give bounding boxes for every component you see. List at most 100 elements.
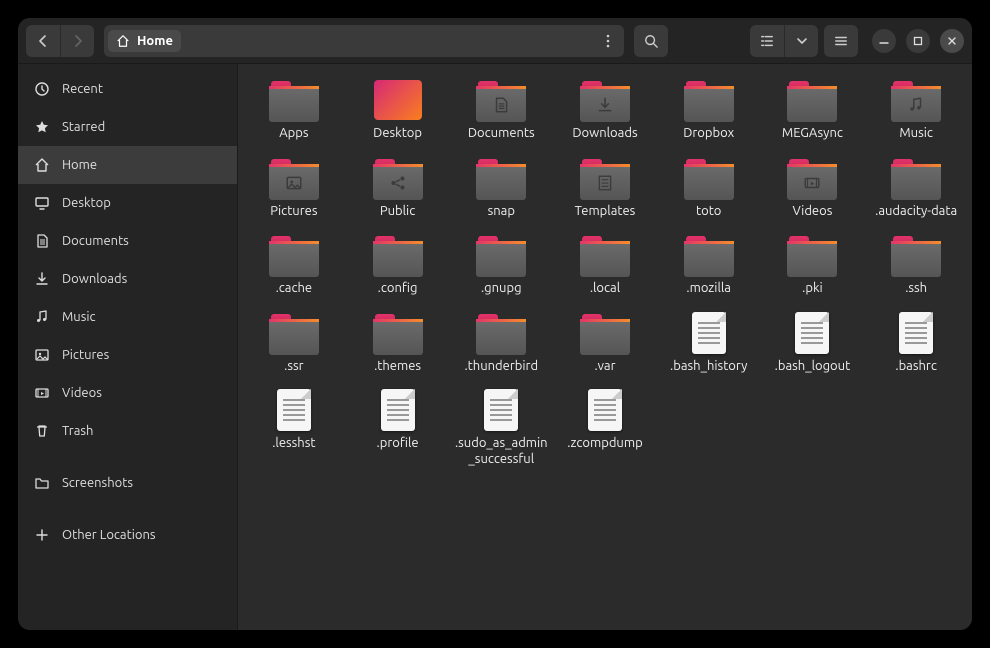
item-label: Documents: [468, 126, 535, 142]
folder-item[interactable]: Templates: [555, 154, 655, 222]
item-label: .lesshst: [272, 436, 315, 452]
folder-item[interactable]: .local: [555, 231, 655, 299]
sidebar-item-label: Recent: [62, 82, 103, 96]
text-file-icon: [588, 389, 622, 431]
file-item[interactable]: .bashrc: [866, 309, 966, 377]
folder-item[interactable]: .thunderbird: [451, 309, 551, 377]
folder-item[interactable]: Dropbox: [659, 76, 759, 144]
folder-item[interactable]: toto: [659, 154, 759, 222]
folder-item[interactable]: .audacity-data: [866, 154, 966, 222]
window-body: RecentStarredHomeDesktopDocumentsDownloa…: [18, 64, 972, 630]
item-label: .audacity-data: [875, 204, 957, 220]
item-label: Desktop: [373, 126, 422, 142]
path-label: Home: [137, 34, 173, 48]
sidebar: Recent Starred Home Desktop DocumentsDownloa…: [18, 64, 238, 630]
folder-item[interactable]: snap: [451, 154, 551, 222]
folder-item[interactable]: Pictures: [244, 154, 344, 222]
file-item[interactable]: .zcompdump: [555, 386, 655, 469]
folder-icon: [580, 235, 630, 275]
sidebar-item-label: Pictures: [62, 348, 109, 362]
folder-icon: [476, 80, 526, 120]
folder-item[interactable]: .mozilla: [659, 231, 759, 299]
maximize-button[interactable]: [906, 29, 930, 53]
sidebar-item-label: Starred: [62, 120, 105, 134]
close-button[interactable]: [940, 29, 964, 53]
sidebar-item-documents[interactable]: Documents: [18, 222, 237, 260]
folder-icon: [891, 158, 941, 198]
chevron-left-icon: [37, 35, 49, 47]
item-label: .bash_history: [670, 359, 747, 375]
folder-item[interactable]: .ssr: [244, 309, 344, 377]
file-item[interactable]: .lesshst: [244, 386, 344, 469]
sidebar-item-other-locations[interactable]: Other Locations: [18, 516, 237, 554]
folder-icon: [269, 235, 319, 275]
hamburger-menu-button[interactable]: [824, 25, 858, 57]
path-bar[interactable]: Home: [104, 25, 624, 57]
sidebar-item-home[interactable]: Home: [18, 146, 237, 184]
titlebar: Home: [18, 18, 972, 64]
sidebar-item-label: Home: [62, 158, 97, 172]
sidebar-item-trash[interactable]: Trash: [18, 412, 237, 450]
folder-item[interactable]: Documents: [451, 76, 551, 144]
folder-icon: [684, 158, 734, 198]
path-menu-button[interactable]: [596, 29, 620, 53]
folder-item[interactable]: Videos: [763, 154, 863, 222]
sidebar-item-desktop[interactable]: Desktop: [18, 184, 237, 222]
folder-icon: [580, 80, 630, 120]
view-options-button[interactable]: [784, 25, 818, 57]
folder-icon: [269, 80, 319, 120]
video-icon: [787, 174, 837, 195]
sidebar-item-music[interactable]: Music: [18, 298, 237, 336]
item-label: MEGAsync: [782, 126, 843, 142]
folder-item[interactable]: Apps: [244, 76, 344, 144]
folder-item[interactable]: Desktop: [348, 76, 448, 144]
video-icon: [34, 385, 50, 401]
folder-item[interactable]: .config: [348, 231, 448, 299]
nav-button-group: [26, 25, 94, 57]
music-icon: [34, 309, 50, 325]
text-file-icon: [484, 389, 518, 431]
folder-item[interactable]: .pki: [763, 231, 863, 299]
sidebar-item-pictures[interactable]: Pictures: [18, 336, 237, 374]
folder-item[interactable]: .var: [555, 309, 655, 377]
folder-item[interactable]: Music: [866, 76, 966, 144]
folder-item[interactable]: MEGAsync: [763, 76, 863, 144]
folder-item[interactable]: .cache: [244, 231, 344, 299]
sidebar-item-starred[interactable]: Starred: [18, 108, 237, 146]
file-item[interactable]: .sudo_as_admin_successful: [451, 386, 551, 469]
picture-icon: [269, 174, 319, 195]
file-item[interactable]: .bash_logout: [763, 309, 863, 377]
picture-icon: [34, 347, 50, 363]
sidebar-item-downloads[interactable]: Downloads: [18, 260, 237, 298]
sidebar-item-label: Screenshots: [62, 476, 133, 490]
minimize-icon: [879, 36, 889, 46]
file-manager-window: Home: [18, 18, 972, 630]
folder-item[interactable]: .themes: [348, 309, 448, 377]
sidebar-item-label: Desktop: [62, 196, 111, 210]
sidebar-item-label: Trash: [62, 424, 93, 438]
back-button[interactable]: [26, 25, 60, 57]
template-icon: [580, 174, 630, 195]
folder-icon: [580, 158, 630, 198]
sidebar-item-screenshots[interactable]: Screenshots: [18, 464, 237, 502]
folder-item[interactable]: .gnupg: [451, 231, 551, 299]
sidebar-item-videos[interactable]: Videos: [18, 374, 237, 412]
document-icon: [476, 96, 526, 117]
forward-button[interactable]: [60, 25, 94, 57]
search-icon: [644, 34, 658, 48]
search-button[interactable]: [634, 25, 668, 57]
folder-item[interactable]: Downloads: [555, 76, 655, 144]
folder-item[interactable]: Public: [348, 154, 448, 222]
file-item[interactable]: .bash_history: [659, 309, 759, 377]
text-file-icon: [277, 389, 311, 431]
folder-item[interactable]: .ssh: [866, 231, 966, 299]
item-label: .thunderbird: [464, 359, 538, 375]
sidebar-item-recent[interactable]: Recent: [18, 70, 237, 108]
minimize-button[interactable]: [872, 29, 896, 53]
file-item[interactable]: .profile: [348, 386, 448, 469]
path-segment-home[interactable]: Home: [108, 30, 181, 52]
view-list-button[interactable]: [750, 25, 784, 57]
text-file-icon: [381, 389, 415, 431]
home-icon: [116, 34, 130, 48]
content-pane[interactable]: Apps Desktop Documents DownloadsDropbox MEGA…: [238, 64, 972, 630]
